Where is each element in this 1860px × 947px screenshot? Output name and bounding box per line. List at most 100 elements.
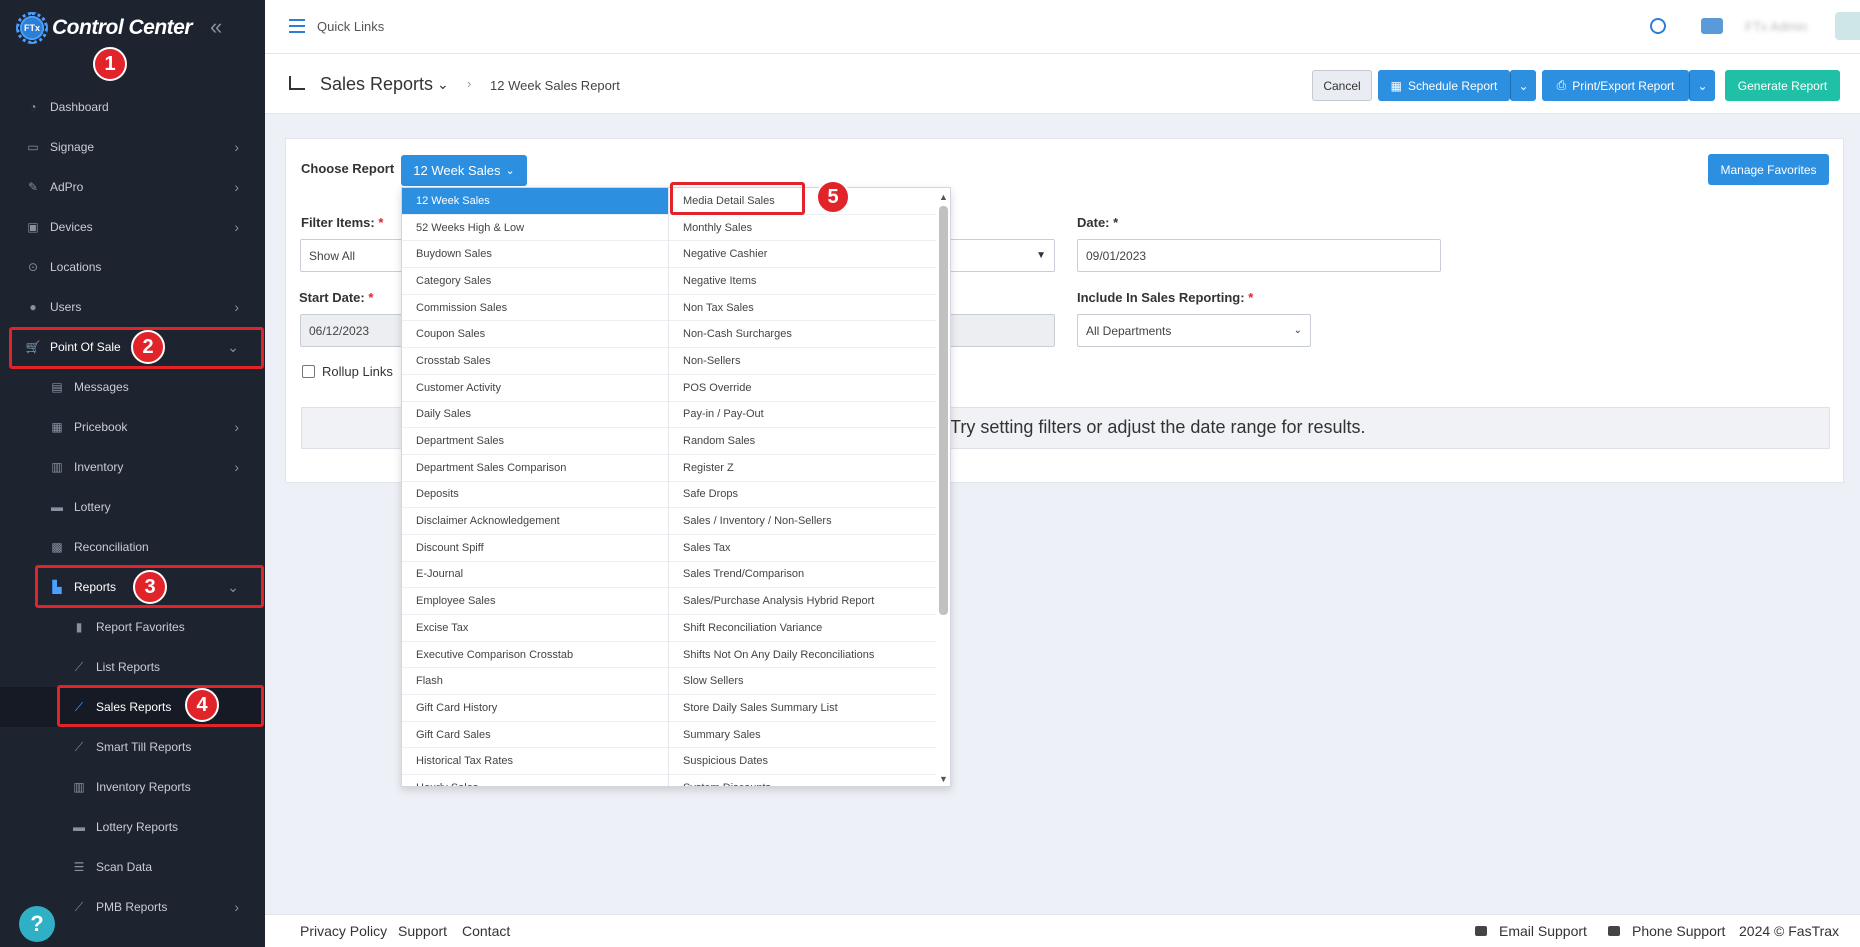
avatar[interactable] [1835, 12, 1860, 40]
report-option[interactable]: Monthly Sales [669, 215, 936, 242]
sidebar-item-lottery[interactable]: ▬ Lottery [0, 487, 265, 527]
date-input[interactable]: 09/01/2023 [1077, 239, 1441, 272]
chevron-down-icon[interactable]: ⌄ [437, 76, 449, 93]
sidebar-item-dashboard[interactable]: ◔ Dashboard [0, 87, 265, 127]
report-option[interactable]: Sales Trend/Comparison [669, 562, 936, 589]
report-option[interactable]: Daily Sales [402, 402, 668, 429]
sidebar-item-list-reports[interactable]: ⟋ List Reports [0, 647, 265, 687]
sidebar-item-reconciliation[interactable]: ▩ Reconciliation [0, 527, 265, 567]
sidebar-item-devices[interactable]: ▣ Devices › [0, 207, 265, 247]
report-option[interactable]: Disclaimer Acknowledgement [402, 508, 668, 535]
print-export-button[interactable]: ⎙ Print/Export Report [1542, 70, 1689, 101]
report-option[interactable]: Excise Tax [402, 615, 668, 642]
rollup-links-label[interactable]: Rollup Links [322, 364, 393, 379]
scrollbar-thumb[interactable] [939, 206, 948, 615]
report-option[interactable]: Discount Spiff [402, 535, 668, 562]
print-export-dropdown[interactable]: ⌄ [1689, 70, 1715, 101]
rollup-links-checkbox[interactable] [302, 365, 315, 378]
report-option[interactable]: Gift Card History [402, 695, 668, 722]
report-option[interactable]: Non-Sellers [669, 348, 936, 375]
sidebar-item-pricebook[interactable]: ▦ Pricebook › [0, 407, 265, 447]
menu-icon[interactable] [289, 19, 305, 33]
report-option[interactable]: Commission Sales [402, 295, 668, 322]
report-option[interactable]: Category Sales [402, 268, 668, 295]
report-option[interactable]: Non Tax Sales [669, 295, 936, 322]
report-option[interactable]: Coupon Sales [402, 321, 668, 349]
report-option[interactable]: E-Journal [402, 562, 668, 589]
report-option[interactable]: Non-Cash Surcharges [669, 321, 936, 349]
report-option[interactable]: Historical Tax Rates [402, 748, 668, 776]
include-in-sales-select[interactable]: All Departments ⌄ [1077, 314, 1311, 347]
chevron-right-icon: › [234, 419, 239, 435]
sidebar-item-adpro[interactable]: ✎ AdPro › [0, 167, 265, 207]
app-logo[interactable]: FTx Control Center [16, 10, 193, 46]
search-icon[interactable] [1650, 18, 1666, 34]
page-title[interactable]: Sales Reports [320, 74, 433, 95]
scroll-down-icon[interactable]: ▼ [939, 774, 948, 784]
sidebar-item-signage[interactable]: ▭ Signage › [0, 127, 265, 167]
sidebar-item-locations[interactable]: ⊙ Locations [0, 247, 265, 287]
sidebar-item-lottery-reports[interactable]: ▬ Lottery Reports [0, 807, 265, 847]
report-option[interactable]: Shifts Not On Any Daily Reconciliations [669, 642, 936, 669]
report-option[interactable]: Pay-in / Pay-Out [669, 402, 936, 429]
sidebar-item-report-favorites[interactable]: ▮ Report Favorites [0, 607, 265, 647]
report-option[interactable]: 12 Week Sales [402, 188, 668, 215]
line-chart-icon: ⟋ [74, 899, 84, 914]
report-option[interactable]: Negative Cashier [669, 241, 936, 269]
report-option[interactable]: Sales/Purchase Analysis Hybrid Report [669, 588, 936, 615]
report-option[interactable]: Store Daily Sales Summary List [669, 695, 936, 722]
quick-links[interactable]: Quick Links [317, 19, 384, 34]
report-option[interactable]: Executive Comparison Crosstab [402, 642, 668, 669]
ticket-icon: ▬ [73, 820, 85, 834]
phone-support-link[interactable]: Phone Support [1632, 923, 1725, 939]
printer-icon: ⎙ [1556, 78, 1567, 92]
report-option[interactable]: Negative Items [669, 268, 936, 295]
user-name[interactable]: FTx Admin [1745, 19, 1807, 34]
sidebar-item-inventory[interactable]: ▥ Inventory › [0, 447, 265, 487]
chat-icon[interactable] [1701, 18, 1723, 34]
support-link[interactable]: Support [398, 923, 447, 939]
report-option[interactable]: Deposits [402, 482, 668, 509]
privacy-policy-link[interactable]: Privacy Policy [300, 923, 387, 939]
report-option[interactable]: Summary Sales [669, 722, 936, 749]
sidebar-nav: ◔ Dashboard ▭ Signage › ✎ AdPro › ▣ Devices › ⊙… [0, 87, 265, 927]
report-option[interactable]: POS Override [669, 375, 936, 402]
cancel-button[interactable]: Cancel [1312, 70, 1372, 101]
sidebar-item-messages[interactable]: ▤ Messages [0, 367, 265, 407]
sidebar-item-users[interactable]: ● Users › [0, 287, 265, 327]
report-option[interactable]: Hourly Sales [402, 775, 668, 786]
report-option[interactable]: Employee Sales [402, 588, 668, 615]
schedule-report-dropdown[interactable]: ⌄ [1510, 70, 1536, 101]
report-option[interactable]: System Discounts [669, 775, 936, 786]
report-option[interactable]: Shift Reconciliation Variance [669, 615, 936, 642]
help-button[interactable]: ? [19, 906, 55, 942]
manage-favorites-button[interactable]: Manage Favorites [1708, 154, 1829, 185]
report-option[interactable]: Gift Card Sales [402, 722, 668, 749]
schedule-report-button[interactable]: ▦ Schedule Report [1378, 70, 1510, 101]
email-support-link[interactable]: Email Support [1499, 923, 1587, 939]
sidebar-item-smart-till-reports[interactable]: ⟋ Smart Till Reports [0, 727, 265, 767]
contact-link[interactable]: Contact [462, 923, 510, 939]
report-option[interactable]: Department Sales [402, 428, 668, 455]
sidebar-item-inventory-reports[interactable]: ▥ Inventory Reports [0, 767, 265, 807]
report-option[interactable]: Crosstab Sales [402, 348, 668, 375]
generate-report-button[interactable]: Generate Report [1725, 70, 1840, 101]
report-option[interactable]: Safe Drops [669, 482, 936, 509]
report-option[interactable]: Customer Activity [402, 375, 668, 402]
empty-results-message: Try setting filters or adjust the date r… [950, 417, 1366, 437]
report-option[interactable]: 52 Weeks High & Low [402, 215, 668, 242]
collapse-sidebar-icon[interactable]: « [210, 14, 222, 40]
report-option[interactable]: Suspicious Dates [669, 748, 936, 776]
report-option[interactable]: Random Sales [669, 428, 936, 455]
report-option[interactable]: Sales / Inventory / Non-Sellers [669, 508, 936, 535]
report-option[interactable]: Slow Sellers [669, 668, 936, 696]
dropdown-scrollbar[interactable]: ▲ ▼ [939, 192, 948, 784]
report-option[interactable]: Department Sales Comparison [402, 455, 668, 482]
report-option[interactable]: Sales Tax [669, 535, 936, 562]
report-option[interactable]: Flash [402, 668, 668, 696]
scroll-up-icon[interactable]: ▲ [939, 192, 948, 202]
report-option[interactable]: Buydown Sales [402, 241, 668, 269]
choose-report-button[interactable]: 12 Week Sales ⌄ [401, 155, 527, 186]
sidebar-item-scan-data[interactable]: ☰ Scan Data [0, 847, 265, 887]
report-option[interactable]: Register Z [669, 455, 936, 482]
